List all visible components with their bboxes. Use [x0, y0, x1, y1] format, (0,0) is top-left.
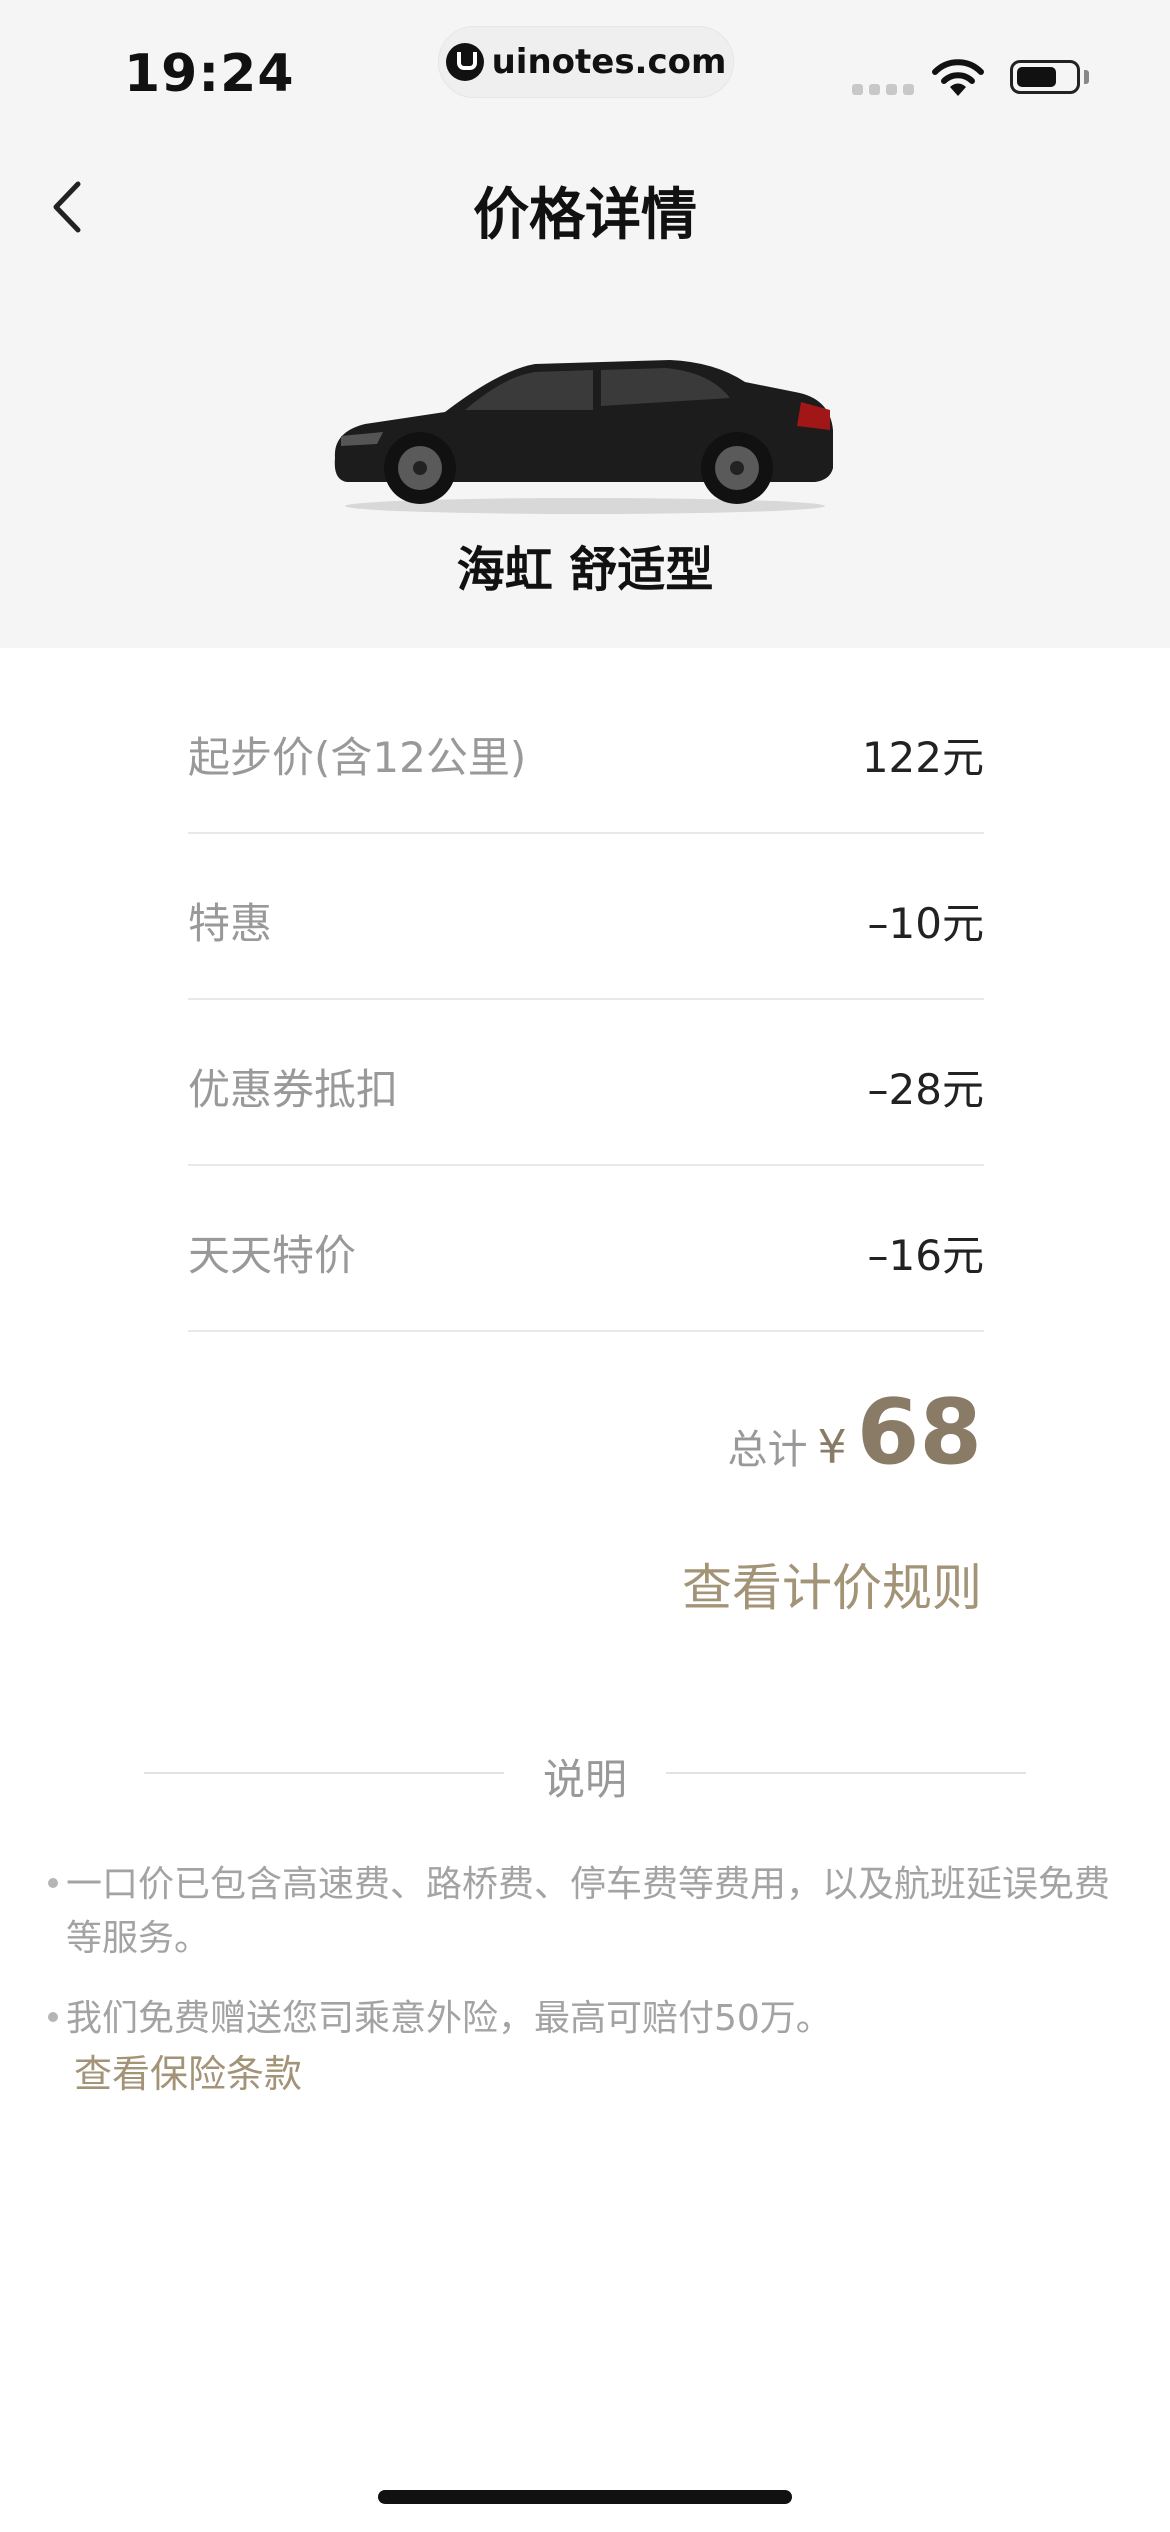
site-logo-icon [445, 43, 484, 81]
price-label: 优惠券抵扣 [188, 1065, 399, 1114]
price-label: 起步价(含12公里) [188, 733, 527, 782]
price-value: –10元 [867, 899, 984, 948]
home-indicator[interactable] [378, 2490, 792, 2504]
divider-line-right [666, 1772, 1026, 1774]
total-label: 总计 [727, 1427, 808, 1473]
note-item: 我们免费赠送您司乘意外险，最高可赔付50万。 查看保险条款 [44, 1992, 1134, 2102]
bullet-icon [48, 2012, 58, 2022]
battery-icon [1010, 60, 1080, 94]
cellular-signal-icon [852, 84, 914, 95]
bullet-icon [48, 1878, 58, 1888]
notes-list: 一口价已包含高速费、路桥费、停车费等费用，以及航班延误免费等服务。 我们免费赠送… [44, 1858, 1134, 2128]
header-area: 19:24 uinotes.com 价格详情 海虹 舒适型 [0, 0, 1170, 648]
currency-symbol: ¥ [817, 1420, 847, 1474]
total-amount: 68 [856, 1380, 982, 1485]
page-title: 价格详情 [473, 183, 697, 248]
notes-section-title: 说明 [542, 1755, 627, 1804]
wifi-icon [932, 59, 984, 96]
note-item: 一口价已包含高速费、路桥费、停车费等费用，以及航班延误免费等服务。 [44, 1858, 1134, 1966]
pricing-rules-link[interactable]: 查看计价规则 [682, 1548, 982, 1620]
note-text: 一口价已包含高速费、路桥费、停车费等费用，以及航班延误免费等服务。 [66, 1864, 1111, 1959]
price-label: 天天特价 [188, 1231, 357, 1280]
price-label: 特惠 [188, 899, 273, 948]
url-text: uinotes.com [491, 42, 727, 82]
total-row: 总计 ¥ 68 [727, 1380, 982, 1490]
url-pill[interactable]: uinotes.com [438, 26, 734, 98]
notes-section-header: 说明 [144, 1742, 1026, 1804]
price-value: –16元 [867, 1231, 984, 1280]
status-bar: 19:24 uinotes.com [0, 0, 1170, 130]
price-value: 122元 [861, 733, 984, 782]
battery-level [1017, 67, 1056, 87]
note-text: 我们免费赠送您司乘意外险，最高可赔付50万。 [66, 1998, 832, 2039]
price-row-base: 起步价(含12公里) 122元 [188, 668, 984, 834]
battery-tip [1084, 70, 1089, 84]
price-value: –28元 [867, 1065, 984, 1114]
price-row-daily-special: 天天特价 –16元 [188, 1166, 984, 1332]
status-time: 19:24 [124, 44, 295, 104]
price-row-discount: 特惠 –10元 [188, 834, 984, 1000]
car-model-title: 海虹 舒适型 [456, 542, 714, 598]
car-image [334, 360, 833, 514]
price-row-coupon: 优惠券抵扣 –28元 [188, 1000, 984, 1166]
price-list: 起步价(含12公里) 122元 特惠 –10元 优惠券抵扣 –28元 天天特价 … [188, 668, 984, 1332]
insurance-terms-link[interactable]: 查看保险条款 [74, 2046, 1134, 2102]
